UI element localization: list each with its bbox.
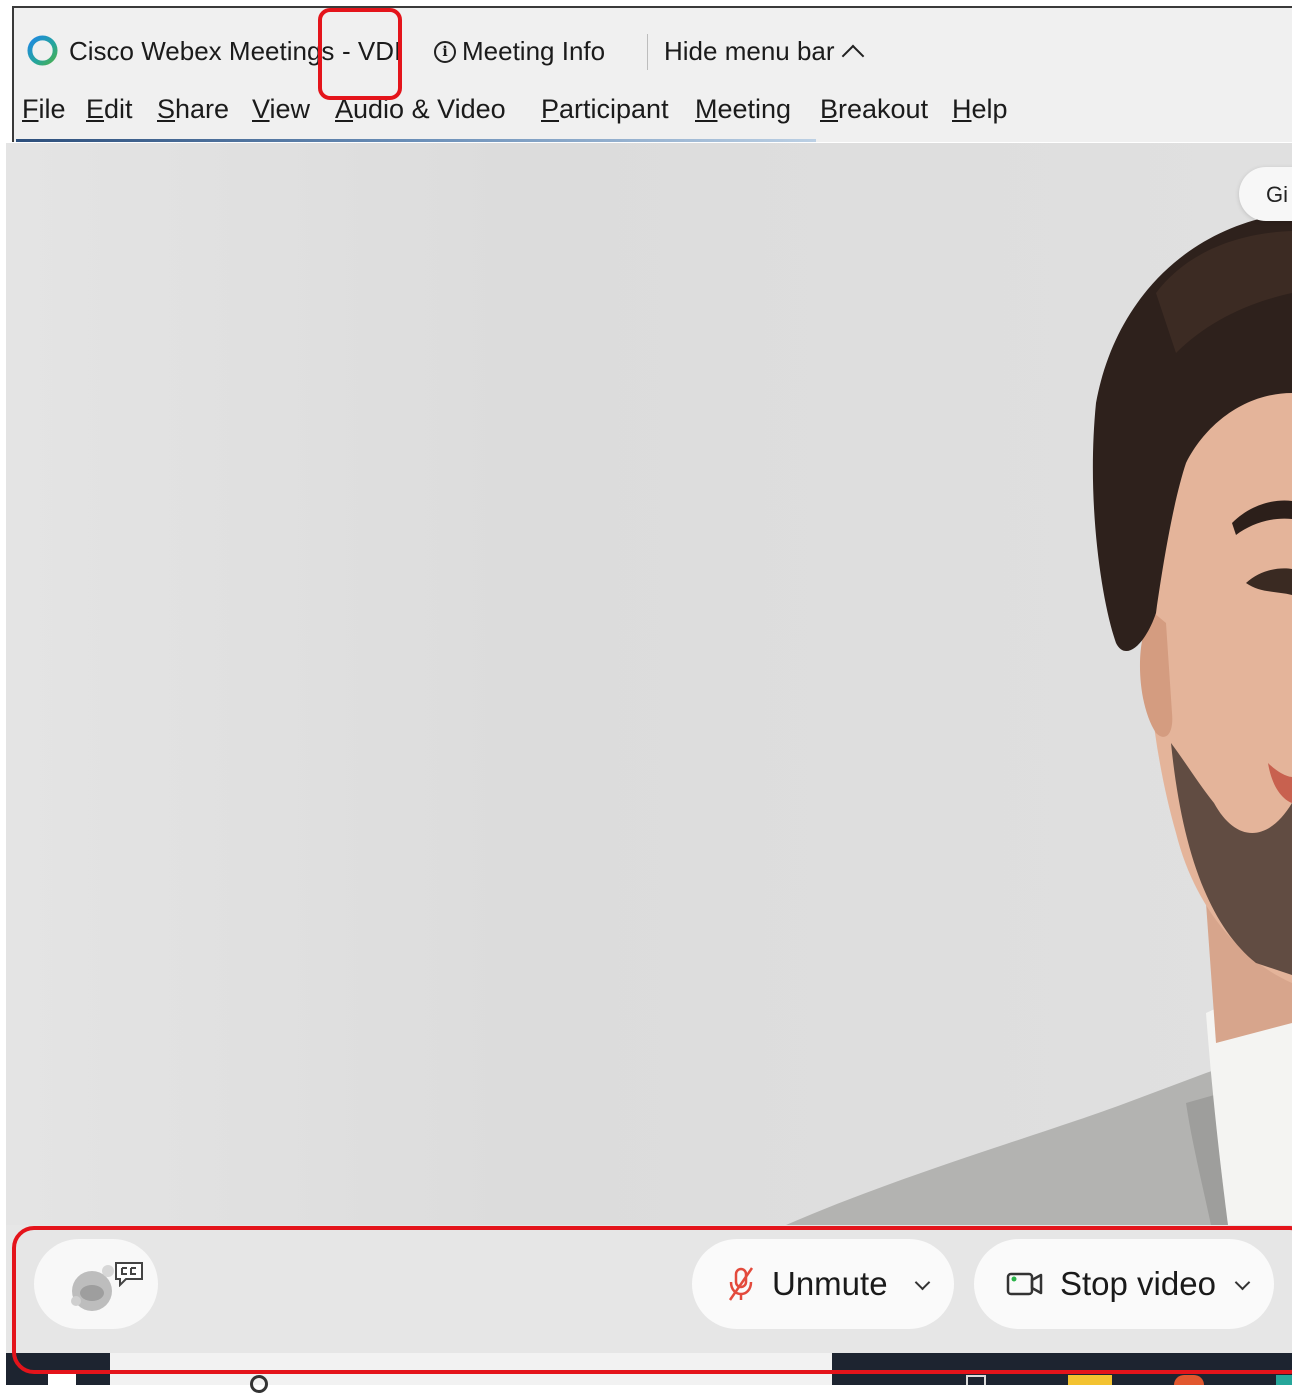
menu-help-accelerator: H <box>952 94 972 124</box>
menu-share-accelerator: S <box>157 94 176 124</box>
menu-share[interactable]: Share <box>157 94 229 125</box>
menu-edit-accelerator: E <box>86 94 105 124</box>
menu-participant-label: articipant <box>559 94 669 124</box>
video-camera-icon <box>1006 1272 1043 1296</box>
taskbar-search-box[interactable] <box>110 1353 832 1393</box>
participant-name: Gi <box>1266 182 1288 207</box>
info-icon: i <box>434 40 456 63</box>
menu-breakout[interactable]: Breakout <box>820 94 928 125</box>
menu-participant[interactable]: Participant <box>541 94 669 125</box>
closed-captions-icon <box>115 1262 143 1287</box>
tray-app-icon[interactable] <box>966 1375 986 1385</box>
meeting-control-bar: Unmute Stop video <box>6 1225 1292 1353</box>
menu-view[interactable]: View <box>252 94 310 125</box>
vdi-label: - VDI <box>342 36 402 66</box>
menu-meeting-label: eeting <box>717 94 792 124</box>
video-options-chevron-icon[interactable] <box>1234 1274 1251 1291</box>
menu-audio-video[interactable]: Audio & Video <box>335 94 506 125</box>
video-stage: Gi <box>6 143 1292 1225</box>
menu-audio-video-label: udio & Video <box>353 94 506 124</box>
tray-browser-icon[interactable] <box>1174 1375 1204 1385</box>
title-divider <box>647 34 648 70</box>
tray-folder-icon[interactable] <box>1068 1375 1112 1385</box>
unmute-label: Unmute <box>772 1265 888 1302</box>
menu-edit-label: dit <box>104 94 133 124</box>
menu-file-accelerator: F <box>22 94 39 124</box>
webex-logo-icon <box>27 35 58 66</box>
microphone-muted-icon <box>728 1267 754 1301</box>
participant-video <box>786 213 1292 1225</box>
hide-menu-bar-label: Hide menu bar <box>664 36 835 66</box>
unmute-options-chevron-icon[interactable] <box>914 1274 931 1291</box>
menu-audio-video-accelerator: A <box>335 94 354 124</box>
menu-bar: File Edit Share View Audio & Video Parti… <box>12 82 1292 142</box>
start-icon[interactable] <box>48 1371 76 1385</box>
menu-view-label: iew <box>269 94 311 124</box>
stop-video-label: Stop video <box>1060 1265 1216 1302</box>
menu-meeting[interactable]: Meeting <box>695 94 791 125</box>
stop-video-button[interactable]: Stop video <box>974 1239 1274 1329</box>
menu-edit[interactable]: Edit <box>86 94 133 125</box>
meeting-info-button[interactable]: i Meeting Info <box>434 36 605 67</box>
menu-breakout-accelerator: B <box>820 94 839 124</box>
menu-meeting-accelerator: M <box>695 94 718 124</box>
menu-help-label: elp <box>971 94 1008 124</box>
menu-view-accelerator: V <box>252 94 270 124</box>
title-bar: Cisco Webex Meetings - VDI i Meeting Inf… <box>12 6 1292 82</box>
tray-app2-icon[interactable] <box>1276 1375 1292 1385</box>
search-icon <box>250 1375 268 1393</box>
ai-assistant-button[interactable] <box>34 1239 158 1329</box>
meeting-info-label: Meeting Info <box>462 36 606 66</box>
chevron-up-icon <box>841 44 864 67</box>
menu-file-label: ile <box>38 94 66 124</box>
participant-name-pill: Gi <box>1239 167 1292 221</box>
menu-breakout-label: reakout <box>838 94 929 124</box>
os-taskbar <box>6 1353 1292 1393</box>
menu-file[interactable]: File <box>22 94 66 125</box>
app-title: Cisco Webex Meetings <box>69 36 335 66</box>
menu-share-label: hare <box>175 94 230 124</box>
menu-accent-line <box>16 139 816 142</box>
unmute-button[interactable]: Unmute <box>692 1239 954 1329</box>
menu-help[interactable]: Help <box>952 94 1008 125</box>
menu-participant-accelerator: P <box>541 94 560 124</box>
hide-menu-bar-button[interactable]: Hide menu bar <box>664 36 864 67</box>
